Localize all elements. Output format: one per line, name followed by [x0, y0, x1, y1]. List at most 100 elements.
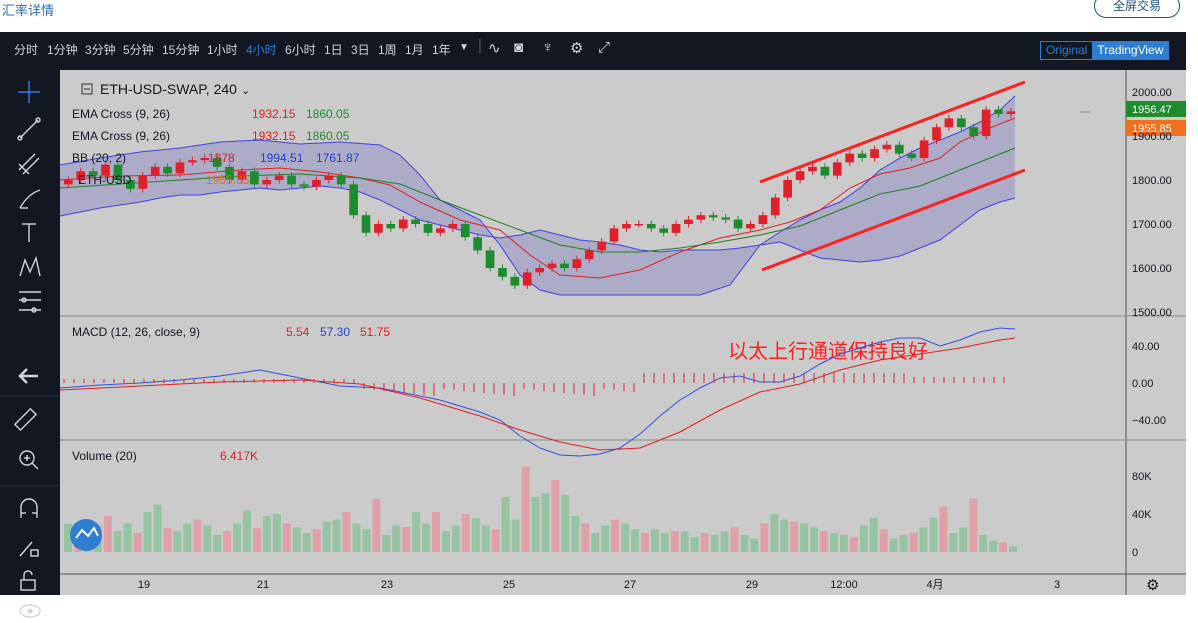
candle-body	[969, 127, 979, 136]
volume-bar	[481, 525, 490, 552]
volume-name[interactable]: Volume (20)	[72, 449, 137, 463]
volume-bar	[382, 534, 391, 552]
candle-body	[932, 127, 941, 141]
measure-icon[interactable]	[19, 291, 41, 313]
price-series-name[interactable]: ETH-USD	[78, 173, 132, 187]
fullscreen-trade-button[interactable]: 全屏交易	[1094, 0, 1180, 18]
price-chart[interactable]: 以太上行通道保持良好 ETH-USD-SWAP, 240 ⌄ EMA Cross…	[59, 70, 1186, 595]
candle-body	[560, 263, 569, 268]
trendline-icon[interactable]	[17, 117, 41, 141]
brush-icon[interactable]	[19, 189, 41, 209]
candle-body	[845, 153, 855, 163]
back-arrow-icon[interactable]	[18, 368, 38, 384]
candle-body	[349, 184, 358, 216]
interval-fenshi[interactable]: 分时	[14, 41, 38, 58]
price-tick-label: 1900.00	[1132, 131, 1172, 143]
volume-bar	[173, 531, 182, 552]
candle-body	[175, 162, 185, 174]
candle-body	[684, 219, 693, 224]
volume-bar	[551, 479, 560, 552]
volume-tick-label: 80K	[1132, 471, 1152, 483]
zoom-icon[interactable]	[19, 450, 39, 470]
volume-bar	[989, 540, 998, 552]
interval-1h[interactable]: 1小时	[207, 41, 238, 58]
text-tool-icon[interactable]	[22, 223, 36, 242]
pattern-icon[interactable]	[19, 255, 41, 277]
time-tick-label: 4月	[926, 579, 943, 591]
indicator-wave-icon[interactable]: ∿	[488, 39, 501, 57]
interval-3min[interactable]: 3分钟	[85, 41, 116, 58]
drawing-toolbar	[0, 66, 58, 618]
symbol-label[interactable]: ETH-USD-SWAP, 240	[100, 81, 237, 97]
interval-3d[interactable]: 3日	[351, 41, 370, 58]
ema1-name[interactable]: EMA Cross (9, 26)	[72, 107, 170, 121]
candle-body	[411, 219, 420, 224]
lock-draw-icon[interactable]	[19, 541, 39, 557]
macd-name[interactable]: MACD (12, 26, close, 9)	[72, 325, 200, 339]
volume-bar	[402, 527, 411, 552]
volume-bar	[412, 512, 421, 552]
interval-1y[interactable]: 1年	[432, 41, 451, 58]
candle-body	[64, 180, 73, 185]
volume-bar	[143, 512, 152, 552]
volume-bar	[352, 523, 361, 552]
candle-body	[572, 259, 582, 268]
volume-bar	[322, 521, 331, 552]
view-original-button[interactable]: Original	[1041, 42, 1092, 59]
candle-body	[1006, 111, 1016, 114]
chevron-down-icon[interactable]: ⌄	[241, 85, 250, 97]
candle-body	[436, 228, 445, 233]
price-tick-label: 1600.00	[1132, 263, 1172, 275]
volume-bar	[680, 531, 689, 552]
interval-1m[interactable]: 1月	[405, 41, 424, 58]
candle-body	[721, 217, 731, 220]
time-tick-label: 19	[138, 579, 150, 591]
volume-bar	[272, 514, 281, 552]
interval-15min[interactable]: 15分钟	[162, 41, 199, 58]
volume-bar	[153, 504, 162, 552]
volume-bar	[959, 527, 968, 552]
magnet-icon[interactable]	[20, 498, 38, 518]
compare-icon[interactable]: ♆	[542, 39, 553, 56]
candle-body	[857, 153, 867, 158]
ema1-value1: 1932.15	[252, 107, 296, 121]
volume-bar	[700, 533, 709, 552]
volume-bar	[979, 534, 988, 552]
candle-body	[361, 215, 371, 233]
volume-bar	[233, 523, 242, 552]
volume-bar	[561, 495, 570, 552]
interval-1w[interactable]: 1周	[378, 41, 397, 58]
interval-4h[interactable]: 4小时	[246, 41, 277, 58]
interval-1d[interactable]: 1日	[324, 41, 343, 58]
pitchfork-icon[interactable]	[18, 153, 40, 175]
fullscreen-icon[interactable]: ⤢	[598, 39, 610, 56]
settings-icon[interactable]: ⚙	[570, 39, 583, 57]
view-tradingview-button[interactable]: TradingView	[1092, 42, 1169, 59]
candle-body	[522, 272, 532, 286]
volume-bar	[1009, 546, 1018, 552]
volume-bar	[581, 523, 590, 552]
volume-bar	[710, 534, 719, 552]
eye-icon[interactable]	[18, 604, 42, 618]
interval-5min[interactable]: 5分钟	[123, 41, 154, 58]
ema2-name[interactable]: EMA Cross (9, 26)	[72, 129, 170, 143]
volume-tick-label: 0	[1132, 547, 1138, 559]
volume-bar	[601, 525, 610, 552]
lock-icon[interactable]	[20, 570, 36, 591]
settings-icon[interactable]: ⚙	[1146, 577, 1159, 594]
volume-bar	[909, 533, 918, 552]
volume-bar	[531, 496, 540, 552]
chart-area[interactable]: 以太上行通道保持良好 ETH-USD-SWAP, 240 ⌄ EMA Cross…	[59, 70, 1186, 595]
volume-bar	[859, 525, 868, 552]
volume-bar	[422, 523, 431, 552]
ruler-icon[interactable]	[13, 407, 38, 432]
dropdown-caret-icon[interactable]: ▼	[459, 42, 469, 53]
interval-1min[interactable]: 1分钟	[47, 41, 78, 58]
interval-6h[interactable]: 6小时	[285, 41, 316, 58]
camera-icon[interactable]: ◙	[514, 39, 523, 56]
time-tick-label: 21	[257, 579, 269, 591]
crosshair-icon[interactable]	[18, 81, 40, 103]
bb-name[interactable]: BB (20, 2)	[72, 151, 126, 165]
candle-body	[460, 224, 470, 238]
candle-body	[535, 268, 544, 273]
